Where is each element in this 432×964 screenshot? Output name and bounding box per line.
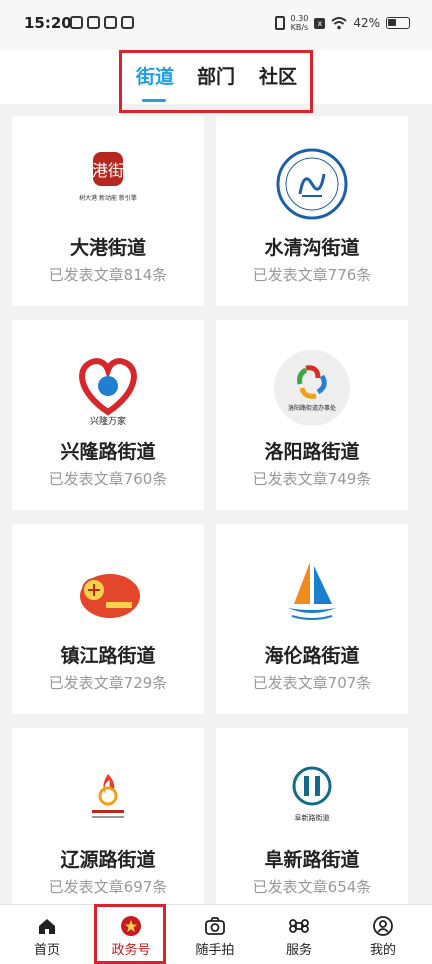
- street-name: 水清沟街道: [264, 237, 360, 259]
- user-icon: [373, 916, 393, 936]
- no-sim-icon: x: [314, 17, 326, 29]
- nav-home[interactable]: 首页: [4, 905, 90, 964]
- home-icon: [39, 919, 55, 934]
- status-time: 15:20: [24, 14, 72, 32]
- xinglonglu-logo: 兴隆万家: [79, 358, 137, 427]
- battery-icon: [386, 17, 410, 29]
- luoyanglu-logo: 洛阳路街道办事处: [274, 350, 350, 426]
- article-count: 已发表文章697条: [48, 878, 168, 896]
- article-count: 已发表文章749条: [252, 470, 372, 488]
- nav-snapshot[interactable]: 随手拍: [172, 905, 258, 964]
- notification-icon: [121, 16, 134, 29]
- street-card[interactable]: 海伦路街道 已发表文章707条: [216, 524, 408, 714]
- street-card[interactable]: 洛阳路街道办事处 洛阳路街道 已发表文章749条: [216, 320, 408, 510]
- net-speed: 0.30 KB/s: [290, 14, 309, 32]
- battery-percent: 42%: [353, 16, 380, 30]
- svg-text:大港街道: 大港街道: [76, 161, 140, 180]
- street-card[interactable]: 镇江路街道 已发表文章729条: [12, 524, 204, 714]
- liaoyuanlu-logo: [92, 774, 124, 818]
- svg-text:树大港 新动能 新引擎: 树大港 新动能 新引擎: [79, 194, 137, 202]
- street-card[interactable]: 阜新路街道 阜新路街道 已发表文章654条: [216, 728, 408, 904]
- article-count: 已发表文章729条: [48, 674, 168, 692]
- fuxinlu-logo: 阜新路街道: [292, 766, 332, 822]
- street-name: 镇江路街道: [60, 645, 156, 667]
- street-grid: 大港街道 树大港 新动能 新引擎 大港街道 已发表文章814条 水清沟街道 已发…: [0, 104, 432, 904]
- street-name: 洛阳路街道: [264, 441, 360, 463]
- article-count: 已发表文章707条: [252, 674, 372, 692]
- article-count: 已发表文章814条: [48, 266, 168, 284]
- svg-text:阜新路街道: 阜新路街道: [295, 813, 330, 822]
- svg-text:洛阳路街道办事处: 洛阳路街道办事处: [288, 404, 336, 412]
- notification-icon: [87, 16, 100, 29]
- command-icon: [289, 919, 309, 933]
- status-right: 0.30 KB/s x 42%: [274, 14, 410, 32]
- nav-label: 服务: [285, 943, 312, 958]
- street-card[interactable]: 兴隆万家 兴隆路街道 已发表文章760条: [12, 320, 204, 510]
- notification-icon: [70, 16, 83, 29]
- dagang-logo: 大港街道 树大港 新动能 新引擎: [76, 152, 140, 202]
- article-count: 已发表文章654条: [252, 878, 372, 896]
- article-count: 已发表文章776条: [252, 266, 372, 284]
- nav-label: 我的: [369, 943, 396, 958]
- nav-services[interactable]: 服务: [256, 905, 342, 964]
- status-notification-icons: [70, 16, 134, 29]
- wifi-icon: [331, 16, 347, 29]
- zhenjianglu-logo: [80, 574, 140, 618]
- street-name: 兴隆路街道: [60, 441, 156, 463]
- nav-highlight-box: [94, 904, 166, 964]
- notification-icon: [104, 16, 117, 29]
- street-card[interactable]: 大港街道 树大港 新动能 新引擎 大港街道 已发表文章814条: [12, 116, 204, 306]
- street-name: 阜新路街道: [264, 849, 360, 871]
- street-name: 辽源路街道: [60, 849, 156, 871]
- camera-icon: [205, 917, 225, 935]
- vibrate-icon: [274, 16, 285, 30]
- svg-text:兴隆万家: 兴隆万家: [90, 415, 126, 427]
- nav-profile[interactable]: 我的: [340, 905, 426, 964]
- nav-label: 首页: [33, 943, 60, 958]
- category-tabs: 街道 部门 社区: [0, 50, 432, 113]
- bottom-nav: 首页 政务号 随手拍 服务 我的: [0, 904, 432, 964]
- street-card[interactable]: 辽源路街道 已发表文章697条: [12, 728, 204, 904]
- street-name: 海伦路街道: [264, 645, 360, 667]
- status-bar: 15:20 0.30 KB/s x 42%: [0, 0, 432, 50]
- hailunlu-logo: [288, 562, 336, 620]
- article-count: 已发表文章760条: [48, 470, 168, 488]
- nav-label: 随手拍: [195, 943, 235, 958]
- shuiqinggou-logo: [276, 148, 348, 220]
- street-name: 大港街道: [69, 237, 146, 259]
- street-card[interactable]: 水清沟街道 已发表文章776条: [216, 116, 408, 306]
